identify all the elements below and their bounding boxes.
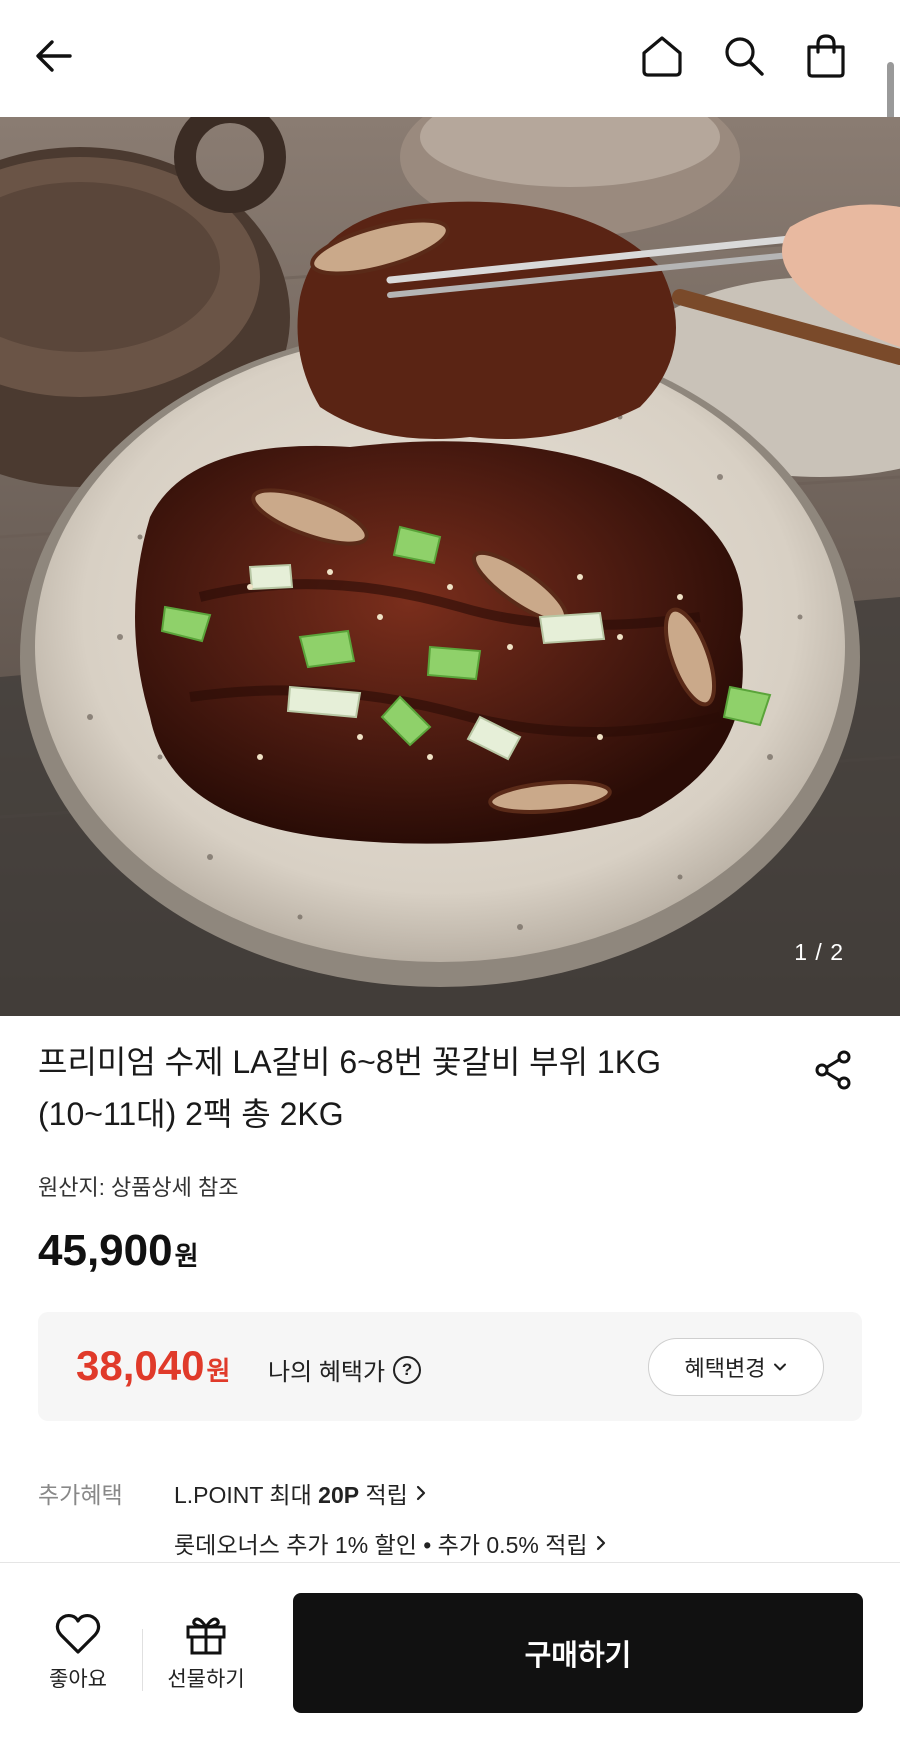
share-button[interactable]	[812, 1048, 856, 1092]
lpoint-suffix: 적립	[359, 1482, 408, 1508]
chevron-right-icon	[416, 1485, 425, 1501]
benefit-price-value: 38,040	[76, 1342, 205, 1389]
price-unit: 원	[174, 1241, 199, 1271]
benefit-label-text: 나의 혜택가	[268, 1359, 386, 1386]
lpoint-points: 20P	[318, 1482, 360, 1508]
extra-benefit-label: 추가혜택	[38, 1482, 123, 1508]
origin-info: 원산지: 상품상세 참조	[38, 1175, 239, 1200]
gift-button[interactable]: 선물하기	[161, 1613, 251, 1693]
product-price: 45,900원	[38, 1226, 199, 1276]
search-icon	[725, 37, 764, 76]
product-title-line2: (10~11대) 2팩 총 2KG	[38, 1096, 344, 1132]
lpoint-benefit-link[interactable]: L.POINT 최대 20P 적립	[174, 1476, 428, 1510]
price-value: 45,900	[38, 1226, 173, 1275]
home-button[interactable]	[636, 30, 688, 82]
benefit-price: 38,040원	[76, 1342, 230, 1390]
like-button[interactable]: 좋아요	[33, 1613, 123, 1693]
help-icon[interactable]: ?	[393, 1355, 422, 1384]
home-icon	[642, 36, 682, 77]
benefit-label: 나의 혜택가 ?	[268, 1352, 422, 1387]
arrow-left-icon	[36, 40, 72, 72]
gift-label: 선물하기	[167, 1668, 245, 1691]
shopping-bag-icon	[807, 34, 845, 78]
lpoint-prefix: L.POINT 최대	[174, 1482, 319, 1508]
gallery-pager: 1 / 2	[794, 939, 844, 965]
product-title: 프리미엄 수제 LA갈비 6~8번 꽃갈비 부위 1KG (10~11대) 2팩…	[38, 1036, 798, 1140]
divider	[142, 1629, 143, 1691]
share-icon	[815, 1050, 851, 1090]
product-title-line1: 프리미엄 수제 LA갈비 6~8번 꽃갈비 부위 1KG	[38, 1044, 661, 1080]
gift-icon	[186, 1617, 226, 1655]
bottom-action-bar: 좋아요 선물하기 구매하기	[0, 1562, 900, 1738]
benefit-price-box: 38,040원 나의 혜택가 ? 혜택변경	[38, 1312, 862, 1421]
cart-button[interactable]	[800, 30, 852, 82]
lotte-owners-text: 롯데오너스 추가 1% 할인 • 추가 0.5% 적립	[174, 1532, 588, 1558]
buy-button[interactable]: 구매하기	[293, 1593, 863, 1713]
product-photo	[0, 117, 900, 1016]
lotte-owners-benefit-link[interactable]: 롯데오너스 추가 1% 할인 • 추가 0.5% 적립	[174, 1526, 608, 1560]
benefit-change-label: 혜택변경	[684, 1356, 766, 1381]
search-button[interactable]	[718, 30, 770, 82]
chevron-down-icon	[774, 1363, 787, 1371]
like-label: 좋아요	[49, 1668, 107, 1691]
heart-icon	[55, 1613, 101, 1654]
chevron-right-icon	[596, 1535, 605, 1551]
back-button[interactable]	[28, 30, 80, 82]
benefit-price-unit: 원	[206, 1356, 231, 1386]
product-image-gallery[interactable]: 1 / 2	[0, 117, 900, 1016]
top-navigation-bar	[0, 0, 900, 290]
benefit-change-button[interactable]: 혜택변경	[648, 1338, 824, 1396]
